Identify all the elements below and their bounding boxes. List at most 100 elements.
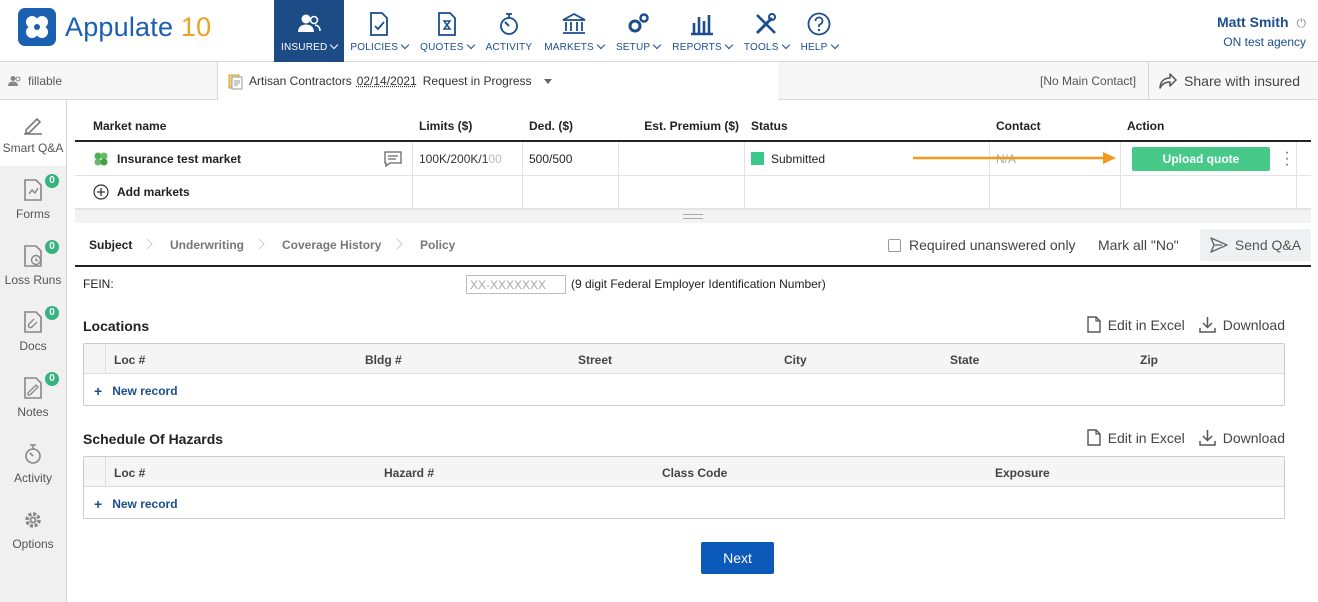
hazards-actions: Edit in Excel Download — [1073, 429, 1285, 446]
hazards-grid: Loc # Hazard # Class Code Exposure + New … — [83, 456, 1285, 519]
fein-label: FEIN: — [83, 277, 114, 291]
document-icon — [1086, 429, 1101, 446]
status-cell: Submitted — [745, 142, 990, 175]
sidebar-item-docs[interactable]: 0 Docs — [0, 298, 66, 364]
locations-edit-in-excel-button[interactable]: Edit in Excel — [1086, 316, 1185, 333]
deductible-cell: 500/500 — [523, 142, 619, 175]
download-icon — [1198, 430, 1216, 446]
add-markets-button[interactable]: Add markets — [75, 176, 413, 208]
clover-icon — [94, 152, 108, 165]
sidebar-item-options[interactable]: Options — [0, 496, 66, 562]
hazards-grid-header: Loc # Hazard # Class Code Exposure — [84, 457, 1284, 487]
locations-actions: Edit in Excel Download — [1073, 316, 1285, 333]
chevron-right-icon — [141, 238, 153, 250]
gear-icon — [25, 512, 41, 528]
sidebar-item-activity[interactable]: Activity — [0, 430, 66, 496]
next-button[interactable]: Next — [701, 542, 774, 574]
left-sidebar: Smart Q&A 0 Forms 0 Loss Runs 0 Docs 0 N… — [0, 100, 67, 602]
app-logo[interactable]: Appulate 10 — [18, 8, 211, 46]
premium-cell — [619, 142, 745, 175]
tab-subject[interactable]: Subject — [89, 223, 132, 267]
activity-icon — [499, 13, 518, 35]
tab-policy[interactable]: Policy — [420, 223, 455, 267]
qa-section-tabs: Subject Underwriting Coverage History Po… — [75, 223, 1311, 267]
chevron-down-icon[interactable] — [543, 78, 552, 84]
smart-qa-icon — [24, 117, 42, 135]
nav-help[interactable]: HELP — [795, 0, 844, 62]
chevron-right-icon — [391, 238, 403, 250]
notes-icon — [24, 377, 42, 399]
locations-new-record-button[interactable]: + New record — [94, 383, 178, 399]
locations-grid: Loc # Bldg # Street City State Zip + New … — [83, 343, 1285, 406]
user-name[interactable]: Matt Smith — [1217, 14, 1289, 30]
comment-icon[interactable] — [384, 150, 402, 167]
main-contact-link[interactable]: [No Main Contact] — [1040, 74, 1136, 88]
sidebar-item-smart-qa[interactable]: Smart Q&A — [0, 100, 66, 166]
policies-icon — [370, 12, 389, 36]
forms-count-badge: 0 — [45, 174, 59, 188]
forms-icon — [24, 179, 42, 201]
share-icon — [1159, 73, 1177, 89]
mark-all-no-button[interactable]: Mark all "No" — [1098, 223, 1179, 267]
table-row: Add markets — [75, 176, 1311, 209]
status-indicator — [751, 152, 764, 165]
upload-quote-button[interactable]: Upload quote — [1132, 146, 1270, 171]
document-icon — [1086, 316, 1101, 333]
nav-policies[interactable]: POLICIES — [344, 0, 414, 62]
hazards-download-button[interactable]: Download — [1198, 429, 1285, 446]
sidebar-item-loss-runs[interactable]: 0 Loss Runs — [0, 232, 66, 298]
tab-coverage-history[interactable]: Coverage History — [282, 223, 381, 267]
tools-icon — [756, 13, 777, 35]
nav-insured[interactable]: INSURED — [274, 0, 345, 62]
fein-input[interactable] — [466, 275, 566, 294]
markets-table-header: Market name Limits ($) Ded. ($) Est. Pre… — [75, 112, 1311, 142]
tab-underwriting[interactable]: Underwriting — [170, 223, 244, 267]
nav-activity[interactable]: ACTIVITY — [480, 0, 539, 62]
workspace-selector[interactable]: fillable — [0, 62, 218, 100]
hazards-new-record-button[interactable]: + New record — [94, 496, 178, 512]
share-with-insured-button[interactable]: Share with insured — [1148, 62, 1300, 100]
power-icon[interactable]: ⏻ — [1297, 16, 1307, 31]
more-options-icon[interactable]: · · · — [1284, 144, 1290, 172]
markets-icon — [562, 12, 586, 34]
insured-selector[interactable]: Artisan Contractors 02/14/2021 Request i… — [218, 62, 778, 100]
nav-setup[interactable]: SETUP — [610, 0, 666, 62]
download-icon — [1198, 317, 1216, 333]
hazards-edit-in-excel-button[interactable]: Edit in Excel — [1086, 429, 1185, 446]
drag-handle-icon[interactable] — [683, 214, 703, 219]
notes-count-badge: 0 — [45, 372, 59, 386]
loss-runs-icon — [24, 245, 42, 267]
app-name: Appulate 10 — [65, 11, 212, 42]
locations-download-button[interactable]: Download — [1198, 316, 1285, 333]
table-row[interactable]: Insurance test market 100K/200K/100 500/… — [75, 142, 1311, 176]
required-only-checkbox[interactable]: Required unanswered only — [888, 223, 1076, 267]
contact-share-area: [No Main Contact] Share with insured — [778, 62, 1318, 100]
locations-title: Locations — [83, 318, 150, 334]
checkbox[interactable] — [888, 238, 901, 252]
market-name-cell: Insurance test market — [75, 142, 413, 175]
nav-markets[interactable]: MARKETS — [538, 0, 610, 62]
plus-circle-icon — [93, 184, 109, 200]
user-agency: ON test agency — [1223, 35, 1306, 49]
users-icon — [8, 76, 21, 86]
reports-icon — [691, 15, 714, 36]
docs-icon — [24, 311, 42, 333]
plus-icon: + — [94, 496, 103, 512]
help-icon — [807, 12, 831, 36]
nav-quotes[interactable]: QUOTES — [414, 0, 479, 62]
sub-header: fillable Artisan Contractors 02/14/2021 … — [0, 62, 1318, 100]
fein-hint: (9 digit Federal Employer Identification… — [571, 277, 826, 291]
action-cell: Upload quote · · · — [1121, 142, 1297, 175]
top-bar: Appulate 10 INSURED POLICIES QUOTES ACTI… — [0, 0, 1318, 62]
nav-reports[interactable]: REPORTS — [666, 0, 738, 62]
clover-logo-icon — [18, 8, 56, 46]
sidebar-item-notes[interactable]: 0 Notes — [0, 364, 66, 430]
contact-cell: N/A — [990, 142, 1121, 175]
docs-count-badge: 0 — [45, 306, 59, 320]
nav-tools[interactable]: TOOLS — [738, 0, 795, 62]
send-qa-button[interactable]: Send Q&A — [1200, 229, 1311, 261]
user-menu[interactable]: Matt Smith ⏻ ON test agency — [1217, 14, 1306, 49]
limits-cell: 100K/200K/100 — [413, 142, 523, 175]
sidebar-item-forms[interactable]: 0 Forms — [0, 166, 66, 232]
setup-icon — [628, 13, 649, 33]
